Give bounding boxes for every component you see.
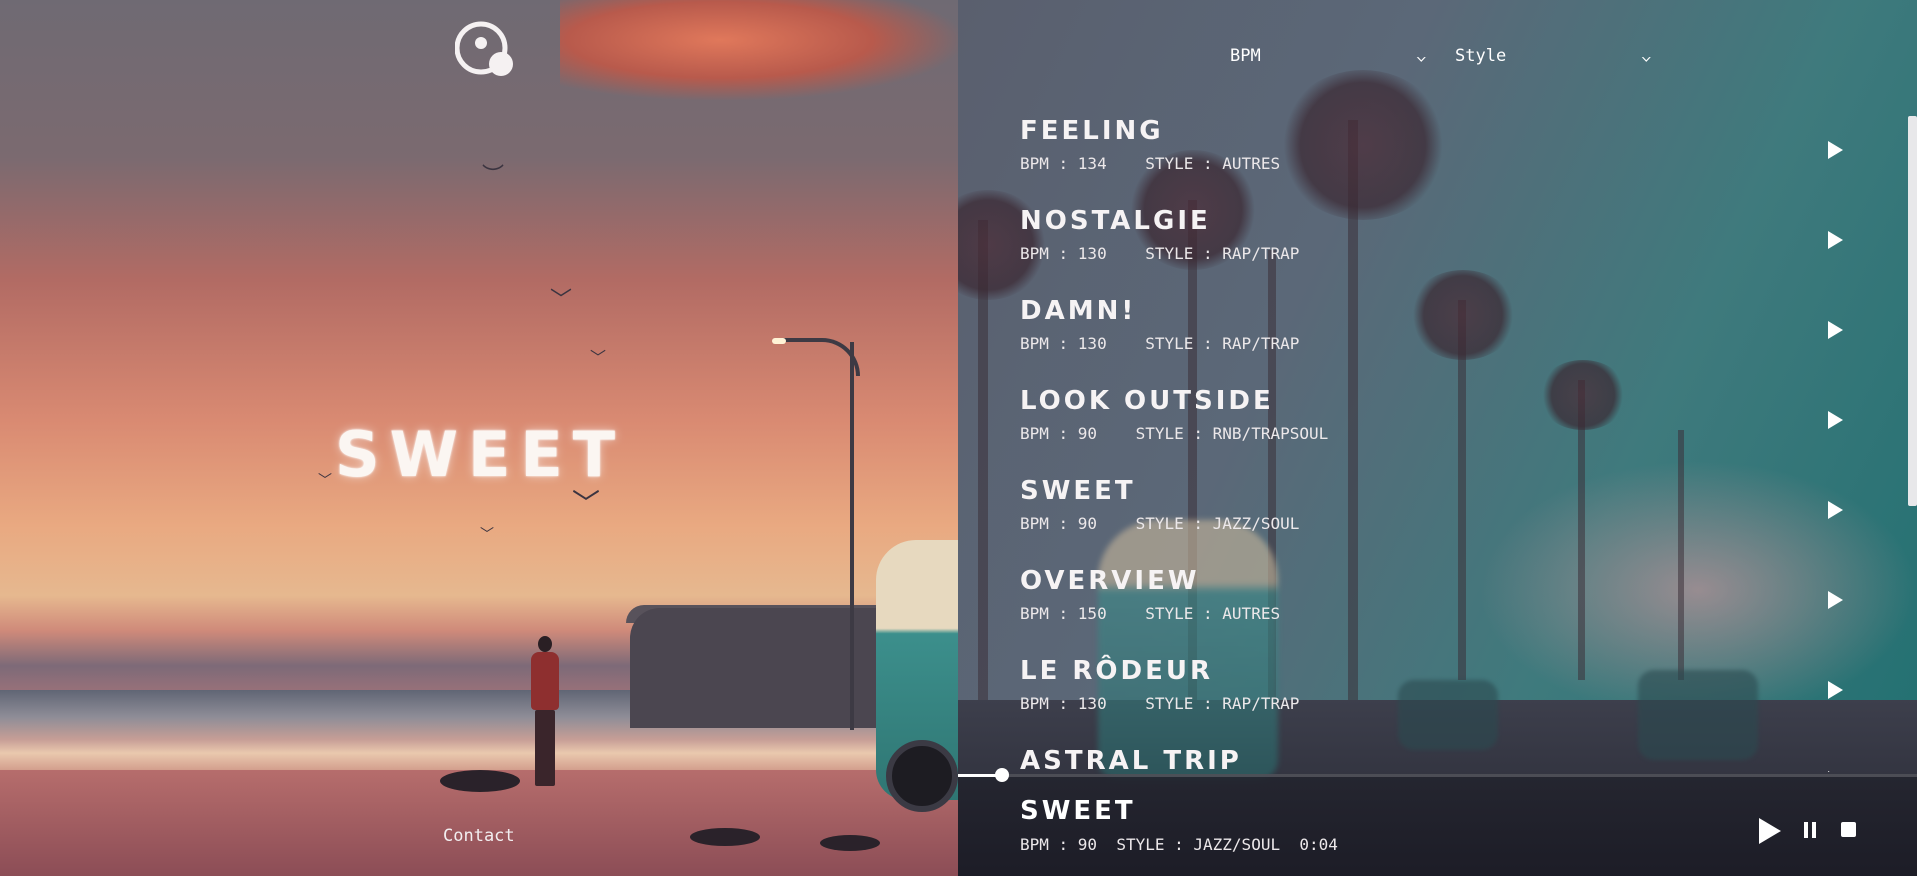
now-playing-meta: BPM : 90 STYLE : JAZZ/SOUL 0:04 bbox=[1020, 835, 1338, 854]
track-name: DAMN! bbox=[1020, 296, 1137, 326]
hero-title: SWEET bbox=[334, 418, 626, 491]
style-filter-label: Style bbox=[1455, 46, 1507, 66]
chevron-down-icon: ⌄ bbox=[1639, 48, 1652, 64]
sunset-cloud bbox=[560, 0, 960, 100]
play-icon[interactable] bbox=[1828, 231, 1843, 249]
play-icon[interactable] bbox=[1828, 591, 1843, 609]
bird-icon: ﹀ bbox=[572, 487, 601, 520]
track-name: FEELING bbox=[1020, 116, 1164, 146]
bird-icon: ﹀ bbox=[480, 527, 494, 543]
bird-icon: ﹀ bbox=[590, 348, 607, 367]
orbit-logo-icon[interactable] bbox=[454, 20, 515, 80]
track-name: LE RÔDEUR bbox=[1020, 656, 1213, 686]
track-row[interactable]: SWEET BPM : 90 STYLE : JAZZ/SOUL bbox=[958, 468, 1917, 558]
play-icon[interactable] bbox=[1828, 321, 1843, 339]
chevron-down-icon: ⌄ bbox=[1414, 48, 1427, 64]
track-name: NOSTALGIE bbox=[1020, 206, 1211, 236]
track-row[interactable]: OVERVIEW BPM : 150 STYLE : AUTRES bbox=[958, 558, 1917, 648]
progress-fill bbox=[958, 774, 998, 777]
street-lamp-arm bbox=[776, 338, 860, 376]
progress-track[interactable] bbox=[958, 774, 1917, 777]
style-filter-select[interactable]: Style ⌄ bbox=[1453, 40, 1658, 72]
track-row[interactable]: NOSTALGIE BPM : 130 STYLE : RAP/TRAP bbox=[958, 198, 1917, 288]
track-meta: BPM : 150 STYLE : AUTRES bbox=[1020, 604, 1281, 623]
track-meta: BPM : 130 STYLE : RAP/TRAP bbox=[1020, 694, 1300, 713]
track-name: LOOK OUTSIDE bbox=[1020, 386, 1274, 416]
track-meta: BPM : 130 STYLE : RAP/TRAP bbox=[1020, 334, 1300, 353]
play-icon[interactable] bbox=[1828, 411, 1843, 429]
van-wheel bbox=[886, 740, 958, 812]
bpm-filter-label: BPM bbox=[1230, 46, 1261, 66]
track-row[interactable]: ASTRAL TRIP bbox=[958, 738, 1917, 772]
track-meta: BPM : 90 STYLE : RNB/TRAPSOUL bbox=[1020, 424, 1329, 443]
track-list-scrollbar[interactable] bbox=[1908, 116, 1917, 506]
beat-list-panel: BPM ⌄ Style ⌄ FEELING BPM : 134 STYLE : … bbox=[958, 0, 1917, 876]
person-body bbox=[531, 652, 559, 710]
beach-rock bbox=[820, 835, 880, 851]
filter-bar: BPM ⌄ Style ⌄ bbox=[1228, 40, 1658, 72]
track-row[interactable]: LOOK OUTSIDE BPM : 90 STYLE : RNB/TRAPSO… bbox=[958, 378, 1917, 468]
hero-scene: ︶ ﹀ ﹀ ﹀ ﹀ ﹀ SWEET Contact bbox=[0, 0, 960, 876]
now-playing-title: SWEET bbox=[1020, 796, 1136, 826]
person-legs bbox=[535, 710, 555, 786]
street-lamp-light bbox=[772, 338, 786, 344]
beach-rock bbox=[440, 770, 520, 792]
play-icon[interactable] bbox=[1759, 818, 1781, 844]
person-head bbox=[538, 636, 552, 652]
standing-person bbox=[526, 636, 564, 786]
track-meta: BPM : 134 STYLE : AUTRES bbox=[1020, 154, 1281, 173]
track-name: OVERVIEW bbox=[1020, 566, 1200, 596]
track-list: FEELING BPM : 134 STYLE : AUTRES NOSTALG… bbox=[958, 108, 1917, 772]
stop-icon[interactable] bbox=[1841, 822, 1856, 837]
pause-icon[interactable] bbox=[1804, 822, 1816, 838]
bird-icon: ﹀ bbox=[550, 288, 573, 313]
track-row[interactable]: LE RÔDEUR BPM : 130 STYLE : RAP/TRAP bbox=[958, 648, 1917, 738]
track-row[interactable]: DAMN! BPM : 130 STYLE : RAP/TRAP bbox=[958, 288, 1917, 378]
beach-rock bbox=[690, 828, 760, 846]
play-icon[interactable] bbox=[1828, 771, 1843, 772]
track-meta: BPM : 90 STYLE : JAZZ/SOUL bbox=[1020, 514, 1300, 533]
street-lamp-pole bbox=[850, 342, 854, 730]
bpm-filter-select[interactable]: BPM ⌄ bbox=[1228, 40, 1433, 72]
contact-link[interactable]: Contact bbox=[443, 826, 515, 846]
track-name: SWEET bbox=[1020, 476, 1136, 506]
track-name: ASTRAL TRIP bbox=[1020, 746, 1242, 772]
play-icon[interactable] bbox=[1828, 141, 1843, 159]
bird-icon: ︶ bbox=[482, 164, 505, 189]
track-meta: BPM : 130 STYLE : RAP/TRAP bbox=[1020, 244, 1300, 263]
track-row[interactable]: FEELING BPM : 134 STYLE : AUTRES bbox=[958, 108, 1917, 198]
play-icon[interactable] bbox=[1828, 501, 1843, 519]
play-icon[interactable] bbox=[1828, 681, 1843, 699]
